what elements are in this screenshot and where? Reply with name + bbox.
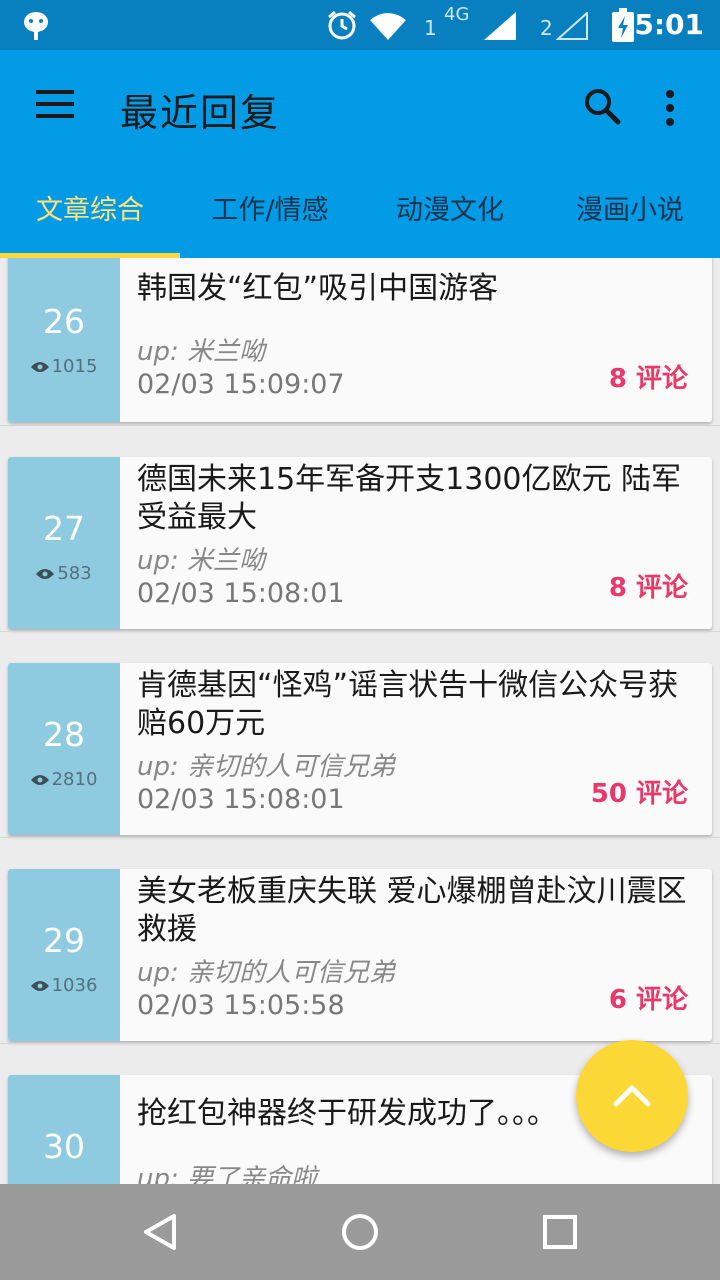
article-card[interactable]: 28 2810 肯德基因“怪鸡”谣言状告十微信公众号获赔60万元 up: 亲切的…	[8, 663, 712, 835]
article-date: 02/03 15:08:01	[137, 784, 345, 815]
article-title: 德国未来15年军备开支1300亿欧元 陆军受益最大	[137, 462, 682, 535]
rank-number: 27	[43, 509, 85, 548]
signal-icon	[484, 12, 516, 40]
view-count-value: 1015	[51, 356, 98, 377]
article-card[interactable]: 27 583 德国未来15年军备开支1300亿欧元 陆军受益最大 up: 米兰呦…	[8, 457, 712, 629]
article-date: 02/03 15:05:58	[137, 990, 345, 1021]
scroll-to-top-button[interactable]	[576, 1040, 688, 1152]
wifi-icon	[370, 13, 406, 40]
app-bar: 最近回复 文章综合 工作/情感 动漫文化 漫画小说	[0, 50, 720, 258]
article-author: up: 要了亲命啦	[137, 1164, 318, 1184]
comment-count: 6 评论	[608, 985, 688, 1015]
comment-count: 50 评论	[590, 779, 688, 809]
article-author: up: 亲切的人可信兄弟	[137, 958, 396, 988]
eye-icon	[30, 362, 49, 372]
view-count-value: 1036	[51, 975, 98, 996]
clock: 5:01	[634, 8, 704, 41]
chevron-up-icon	[613, 1085, 651, 1107]
article-author: up: 亲切的人可信兄弟	[137, 752, 396, 782]
more-options-icon[interactable]	[664, 88, 676, 128]
rank-number: 26	[43, 302, 85, 341]
comment-count: 8 评论	[608, 573, 688, 603]
battery-charging-icon	[612, 8, 634, 42]
sim2-label: 2	[540, 16, 553, 40]
article-date: 02/03 15:08:01	[137, 578, 345, 609]
view-count: 1015	[8, 356, 120, 377]
eye-icon	[30, 775, 49, 785]
view-count: 2810	[8, 769, 120, 790]
alarm-icon	[328, 10, 356, 40]
article-author: up: 米兰呦	[137, 546, 266, 576]
divider	[0, 837, 720, 838]
eye-icon	[36, 569, 55, 579]
view-count: 1036	[8, 975, 120, 996]
android-icon	[24, 12, 48, 40]
recent-apps-icon[interactable]	[542, 1214, 578, 1250]
signal-empty-icon	[556, 12, 588, 40]
tab-work-emotion[interactable]: 工作/情感	[180, 180, 360, 258]
tab-bar: 文章综合 工作/情感 动漫文化 漫画小说	[0, 180, 720, 258]
sim1-label: 1	[424, 16, 437, 40]
menu-icon[interactable]	[36, 90, 76, 120]
article-title: 美女老板重庆失联 爱心爆棚曾赴汶川震区救援	[137, 874, 687, 947]
tab-anime-culture[interactable]: 动漫文化	[360, 180, 540, 258]
rank-number: 29	[43, 921, 85, 960]
page-title: 最近回复	[120, 91, 281, 135]
article-title: 肯德基因“怪鸡”谣言状告十微信公众号获赔60万元	[137, 668, 679, 741]
network-type: 4G	[444, 4, 470, 25]
divider	[0, 425, 720, 426]
rank-number: 28	[43, 715, 85, 754]
tab-articles[interactable]: 文章综合	[0, 180, 180, 258]
comment-count: 8 评论	[608, 364, 688, 394]
tab-comics-novels[interactable]: 漫画小说	[540, 180, 720, 258]
home-icon[interactable]	[340, 1212, 380, 1252]
divider	[0, 631, 720, 632]
view-count: 583	[8, 563, 120, 584]
status-bar: 1 4G 2 5:01	[0, 0, 720, 50]
article-author: up: 米兰呦	[137, 337, 266, 367]
article-card[interactable]: 29 1036 美女老板重庆失联 爱心爆棚曾赴汶川震区救援 up: 亲切的人可信…	[8, 869, 712, 1041]
eye-icon	[30, 981, 49, 991]
search-icon[interactable]	[582, 86, 622, 126]
navigation-bar	[0, 1184, 720, 1280]
view-count-value: 2810	[51, 769, 98, 790]
view-count-value: 583	[57, 563, 92, 584]
article-card[interactable]: 26 1015 韩国发“红包”吸引中国游客 up: 米兰呦 02/03 15:0…	[8, 258, 712, 422]
rank-number: 30	[43, 1127, 85, 1166]
article-date: 02/03 15:09:07	[137, 369, 345, 400]
article-title: 韩国发“红包”吸引中国游客	[137, 271, 499, 306]
back-icon[interactable]	[140, 1212, 180, 1252]
